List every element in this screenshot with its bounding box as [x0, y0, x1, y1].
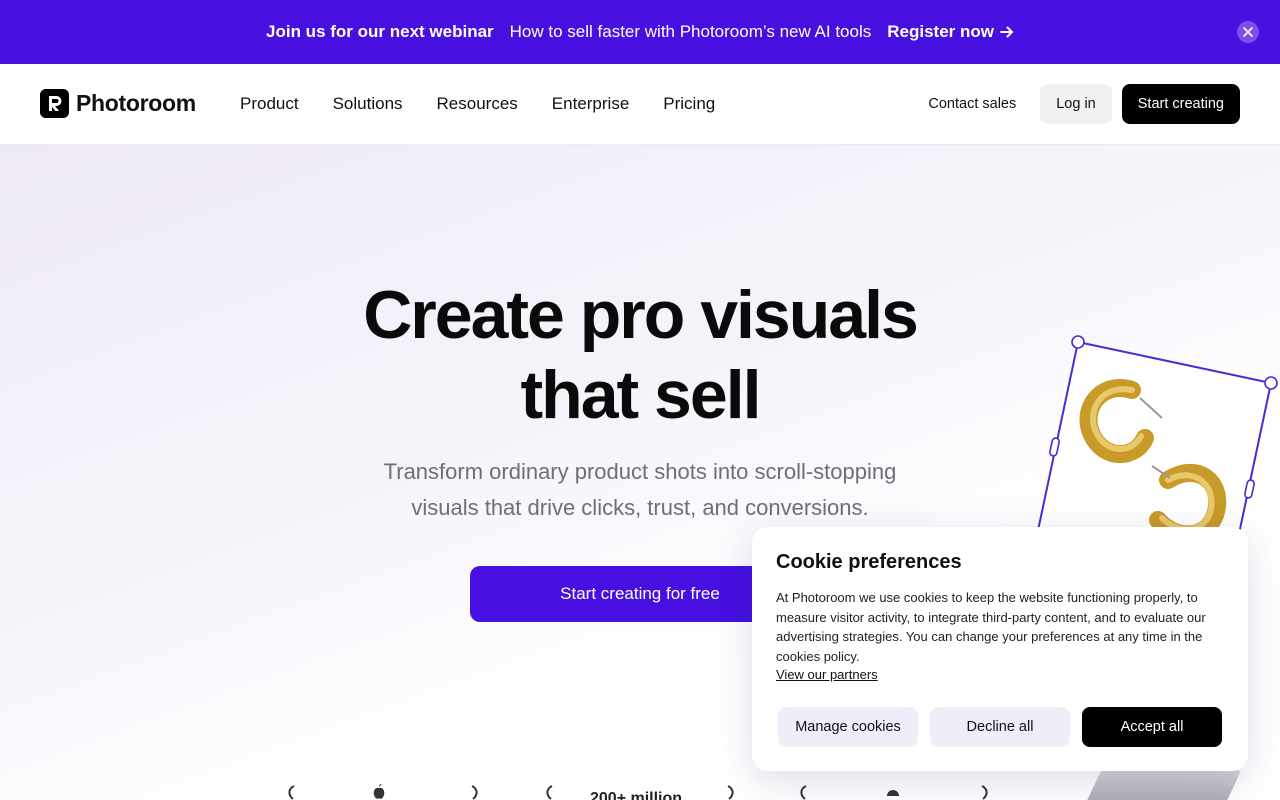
social-proof-row: 200+ million	[280, 780, 1000, 800]
main-menu: Product Solutions Resources Enterprise P…	[240, 94, 715, 114]
login-button[interactable]: Log in	[1040, 84, 1112, 124]
arrow-right-icon	[999, 26, 1014, 38]
cookie-preferences-dialog: Cookie preferences At Photoroom we use c…	[752, 527, 1248, 771]
decline-all-button[interactable]: Decline all	[930, 707, 1070, 747]
contact-sales-link[interactable]: Contact sales	[928, 96, 1016, 112]
brand-name: Photoroom	[76, 90, 196, 116]
view-partners-link[interactable]: View our partners	[776, 667, 878, 682]
cookie-actions: Manage cookies Decline all Accept all	[778, 707, 1222, 747]
banner-close-button[interactable]	[1237, 21, 1259, 43]
register-label: Register now	[887, 22, 994, 41]
menu-item-solutions[interactable]: Solutions	[333, 94, 403, 114]
laurel-icon	[546, 785, 553, 800]
menu-item-pricing[interactable]: Pricing	[663, 94, 715, 114]
users-stat: 200+ million	[590, 790, 683, 800]
menu-item-resources[interactable]: Resources	[437, 94, 518, 114]
photoroom-logo-icon	[40, 89, 69, 118]
banner-text: How to sell faster with Photoroom’s new …	[509, 22, 872, 41]
menu-item-enterprise[interactable]: Enterprise	[552, 94, 629, 114]
register-link[interactable]: Register now	[887, 22, 1014, 42]
banner-lead: Join us for our next webinar	[266, 22, 494, 41]
keyboard-image	[1082, 770, 1242, 800]
promo-banner: Join us for our next webinar How to sell…	[0, 0, 1280, 64]
top-nav: Photoroom Product Solutions Resources En…	[0, 64, 1280, 145]
apple-icon	[373, 784, 385, 799]
laurel-icon	[800, 785, 807, 800]
menu-item-product[interactable]: Product	[240, 94, 299, 114]
laurel-icon	[727, 785, 734, 800]
nav-actions: Contact sales Log in Start creating	[928, 84, 1240, 124]
manage-cookies-button[interactable]: Manage cookies	[778, 707, 918, 747]
accept-all-button[interactable]: Accept all	[1082, 707, 1222, 747]
brand-logo[interactable]: Photoroom	[40, 89, 196, 118]
cookie-body: At Photoroom we use cookies to keep the …	[776, 590, 1206, 664]
laurel-icon	[471, 785, 478, 800]
close-icon	[1243, 27, 1253, 37]
laurel-icon	[288, 785, 295, 800]
cookie-title: Cookie preferences	[776, 551, 962, 573]
laurel-icon	[981, 785, 988, 800]
start-creating-button[interactable]: Start creating	[1121, 84, 1240, 124]
android-icon	[887, 790, 899, 796]
